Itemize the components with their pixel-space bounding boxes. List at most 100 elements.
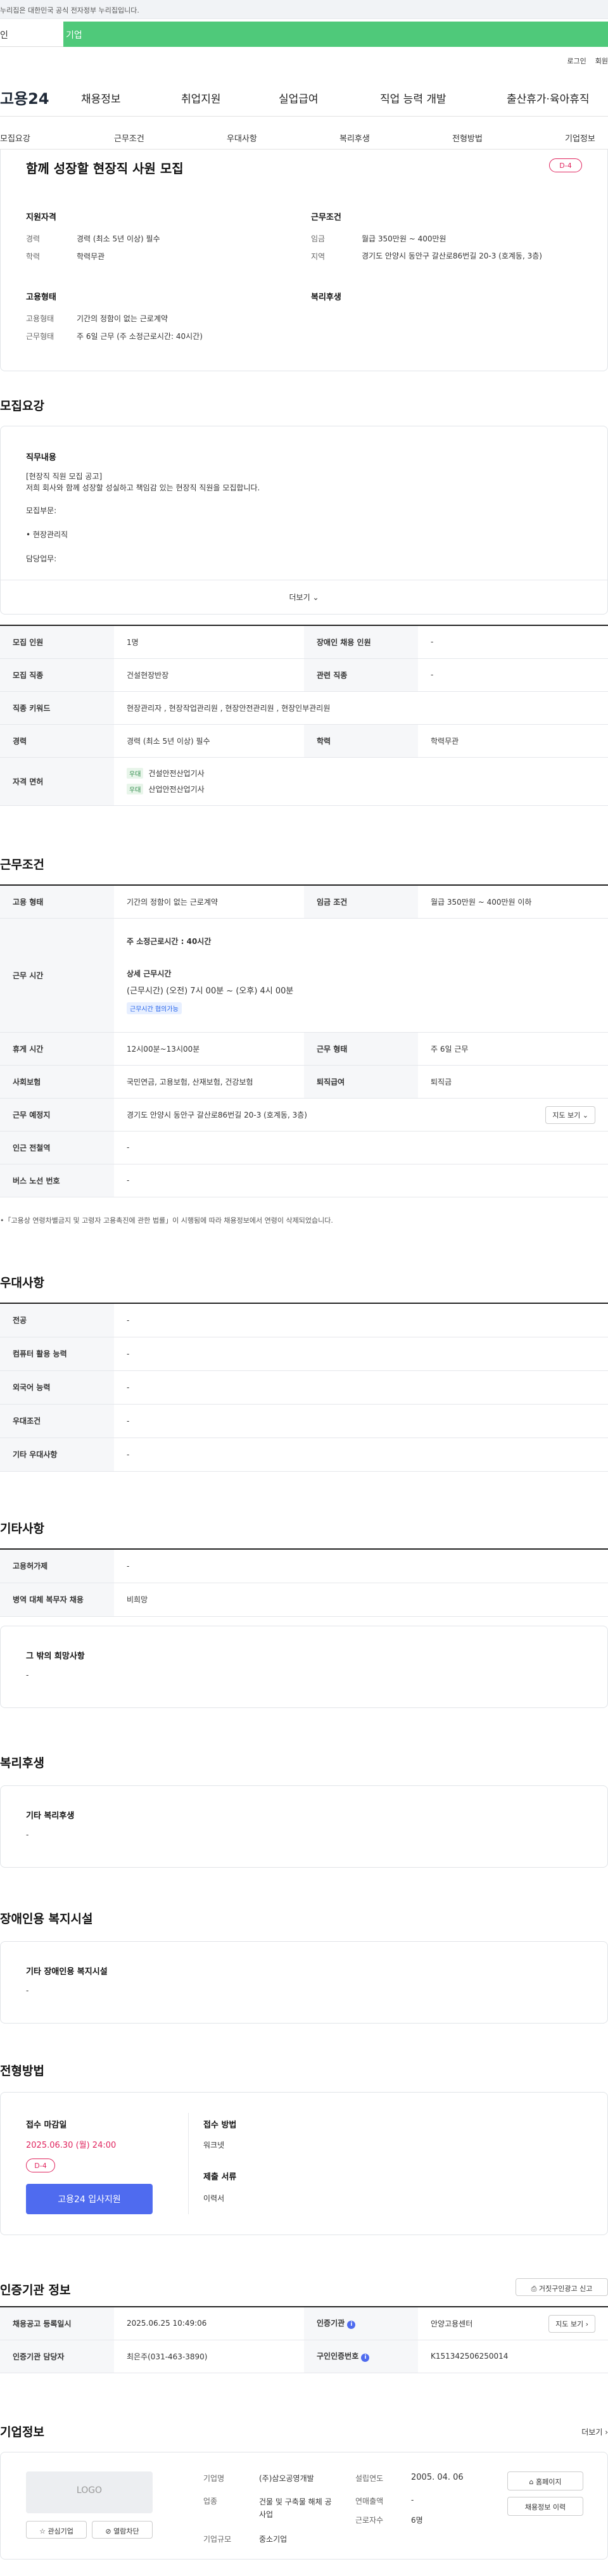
- hours-detail: (근무시간) (오전) 7시 00분 ~ (오후) 4시 00분: [127, 986, 294, 996]
- employees-value: 6명: [411, 2516, 423, 2525]
- cell-label: 장애인 채용 인원: [304, 625, 418, 659]
- subnav-process[interactable]: 전형방법: [452, 132, 483, 144]
- map-button[interactable]: 지도 보기 ⌄: [545, 1106, 595, 1124]
- chevron-right-icon: ›: [585, 2320, 588, 2328]
- documents-value: 이력서: [203, 2194, 225, 2203]
- industry-label: 업종: [203, 2497, 218, 2506]
- login-link[interactable]: 로그인: [567, 57, 586, 65]
- join-link[interactable]: 회원: [595, 57, 608, 65]
- region-value: 경기도 안양시 동안구 갈산로86번길 20-3 (호계동, 3층): [362, 252, 542, 260]
- subnav-company[interactable]: 기업정보: [565, 132, 595, 144]
- conditions-heading: 근무조건: [311, 213, 341, 222]
- info-icon[interactable]: i: [361, 2354, 370, 2362]
- block-icon: ⊘: [105, 2527, 111, 2535]
- cell-value: 우대 건설안전산업기사 우대 산업안전산업기사: [114, 757, 608, 806]
- company-section-title: 기업정보: [0, 2425, 44, 2439]
- employment-type-label: 고용형태: [26, 314, 54, 323]
- company-name-label: 기업명: [203, 2474, 225, 2483]
- cell-label: 채용공고 등록일시: [0, 2307, 114, 2340]
- summary-card: 함께 성장할 현장직 사원 모집 D-4 지원자격 경력 경력 (최소 5년 이…: [0, 150, 608, 371]
- preferred-tag: 우대: [127, 784, 144, 794]
- company-more-link[interactable]: 더보기 ›: [581, 2426, 608, 2437]
- cell-label: 모집 인원: [0, 625, 114, 659]
- report-fake-ad-button[interactable]: ⎙ 거짓구인광고 신고: [516, 2278, 608, 2296]
- cell-value: 주 6일 근무: [418, 1032, 608, 1066]
- founded-label: 설립연도: [355, 2474, 384, 2483]
- conditions-section-title: 근무조건: [0, 858, 44, 872]
- founded-value: 2005. 04. 06: [411, 2473, 464, 2482]
- wage-label: 임금: [311, 234, 326, 243]
- welfare-etc-value: -: [26, 1830, 29, 1839]
- employment-type-value: 기간의 정함이 없는 근로계약: [77, 314, 168, 323]
- nav-employment-support[interactable]: 취업지원: [181, 90, 221, 106]
- map-button[interactable]: 지도 보기 ›: [548, 2315, 595, 2333]
- main-navigation: 고용24 채용정보 취업지원 실업급여 직업 능력 개발 출산휴가·육아휴직: [0, 81, 608, 117]
- license-item: 산업안전산업기사: [148, 785, 205, 794]
- cell-label: 학력: [304, 724, 418, 758]
- cell-label: 우대조건: [0, 1404, 114, 1438]
- employment-type-heading: 고용형태: [26, 293, 56, 302]
- cell-label: 버스 노선 번호: [0, 1164, 114, 1197]
- method-value: 워크넷: [203, 2141, 225, 2150]
- wage-value: 월급 350만원 ~ 400만원: [362, 234, 446, 243]
- cell-label: 자격 면허: [0, 757, 114, 806]
- disabled-etc-value: -: [26, 1986, 29, 1995]
- hours-detail-heading: 상세 근무시간: [127, 969, 172, 978]
- hours-negotiable-tag: 근무시간 협의가능: [127, 1002, 182, 1014]
- cert-section-title: 인증기관 정보: [0, 2283, 71, 2297]
- cell-value: 학력무관: [418, 724, 608, 758]
- cell-label: 임금 조건: [304, 885, 418, 919]
- table-row: 근무 시간 주 소정근로시간 : 40시간 상세 근무시간 (근무시간) (오전…: [0, 918, 608, 1033]
- tab-company[interactable]: 기업: [63, 22, 608, 47]
- cell-value: -: [114, 1131, 608, 1164]
- block-view-button[interactable]: ⊘ 열람차단: [92, 2521, 153, 2539]
- apply-button[interactable]: 고용24 입사지원: [26, 2184, 153, 2214]
- cell-value: 경력 (최소 5년 이상) 필수: [114, 724, 304, 758]
- divider: [188, 2113, 189, 2214]
- cell-label: 외국어 능력: [0, 1370, 114, 1405]
- site-logo[interactable]: 고용24: [0, 86, 49, 108]
- cell-label: 기타 우대사항: [0, 1438, 114, 1472]
- cell-value: -: [114, 1438, 608, 1472]
- cell-label: 인증기관 i: [304, 2307, 418, 2340]
- cell-label: 근무 예정지: [0, 1098, 114, 1132]
- subnav-welfare[interactable]: 복리후생: [339, 132, 370, 144]
- duty-card: 직무내용 [현장직 직원 모집 공고] 저희 회사와 함께 성장할 성실하고 책…: [0, 426, 608, 615]
- recruit-table: 모집 인원 1명 장애인 채용 인원 - 모집 직종 건설현장반장 관련 직종 …: [0, 625, 608, 806]
- more-button[interactable]: 더보기 ⌄: [1, 580, 607, 615]
- top-links: 로그인 회원: [558, 56, 608, 66]
- process-section-title: 전형방법: [0, 2064, 44, 2078]
- user-type-tabs: 인 기업: [0, 22, 608, 47]
- recruit-section-title: 모집요강: [0, 399, 44, 413]
- process-card: 접수 마감일 2025.06.30 (월) 24:00 D-4 고용24 입사지…: [0, 2092, 608, 2235]
- cell-value: 2025.06.25 10:49:06: [114, 2307, 304, 2340]
- cell-value: -: [114, 1303, 608, 1337]
- cell-label: 인증기관 담당자: [0, 2340, 114, 2373]
- wish-value: -: [26, 1671, 29, 1680]
- cell-label: 관련 직종: [304, 658, 418, 692]
- homepage-button[interactable]: ⌂ 홈페이지: [507, 2471, 583, 2490]
- subnav-recruit[interactable]: 모집요강: [0, 132, 30, 144]
- company-card: LOGO ☆ 관심기업 ⊘ 열람차단 기업명 (주)삼오공영개발 업종 건물 및…: [0, 2452, 608, 2560]
- cell-value: 12시00분~13시00분: [114, 1032, 304, 1066]
- favorite-company-button[interactable]: ☆ 관심기업: [26, 2521, 87, 2539]
- nav-parental-leave[interactable]: 출산휴가·육아휴직: [507, 90, 590, 106]
- cell-value: 건설현장반장: [114, 658, 304, 692]
- company-size-value: 중소기업: [259, 2535, 288, 2544]
- job-history-button[interactable]: 채용정보 이력: [507, 2497, 583, 2516]
- subnav-preference[interactable]: 우대사항: [227, 132, 257, 144]
- nav-job-training[interactable]: 직업 능력 개발: [380, 90, 446, 106]
- region-label: 지역: [311, 252, 326, 261]
- cell-label: 고용허가제: [0, 1549, 114, 1583]
- table-row: 고용 형태 기간의 정함이 없는 근로계약 임금 조건 월급 350만원 ~ 4…: [0, 885, 608, 919]
- tab-person[interactable]: 인: [0, 22, 63, 47]
- subnav-conditions[interactable]: 근무조건: [114, 132, 144, 144]
- nav-jobs[interactable]: 채용정보: [81, 90, 121, 106]
- cell-label: 인근 전철역: [0, 1131, 114, 1164]
- table-row: 채용공고 등록일시 2025.06.25 10:49:06 인증기관 i 안양고…: [0, 2307, 608, 2340]
- nav-unemployment-benefit[interactable]: 실업급여: [279, 90, 319, 106]
- deadline-value: 2025.06.30 (월) 24:00: [26, 2141, 117, 2150]
- cell-value: 1명: [114, 625, 304, 659]
- documents-heading: 제출 서류: [203, 2172, 237, 2182]
- info-icon[interactable]: i: [347, 2321, 356, 2330]
